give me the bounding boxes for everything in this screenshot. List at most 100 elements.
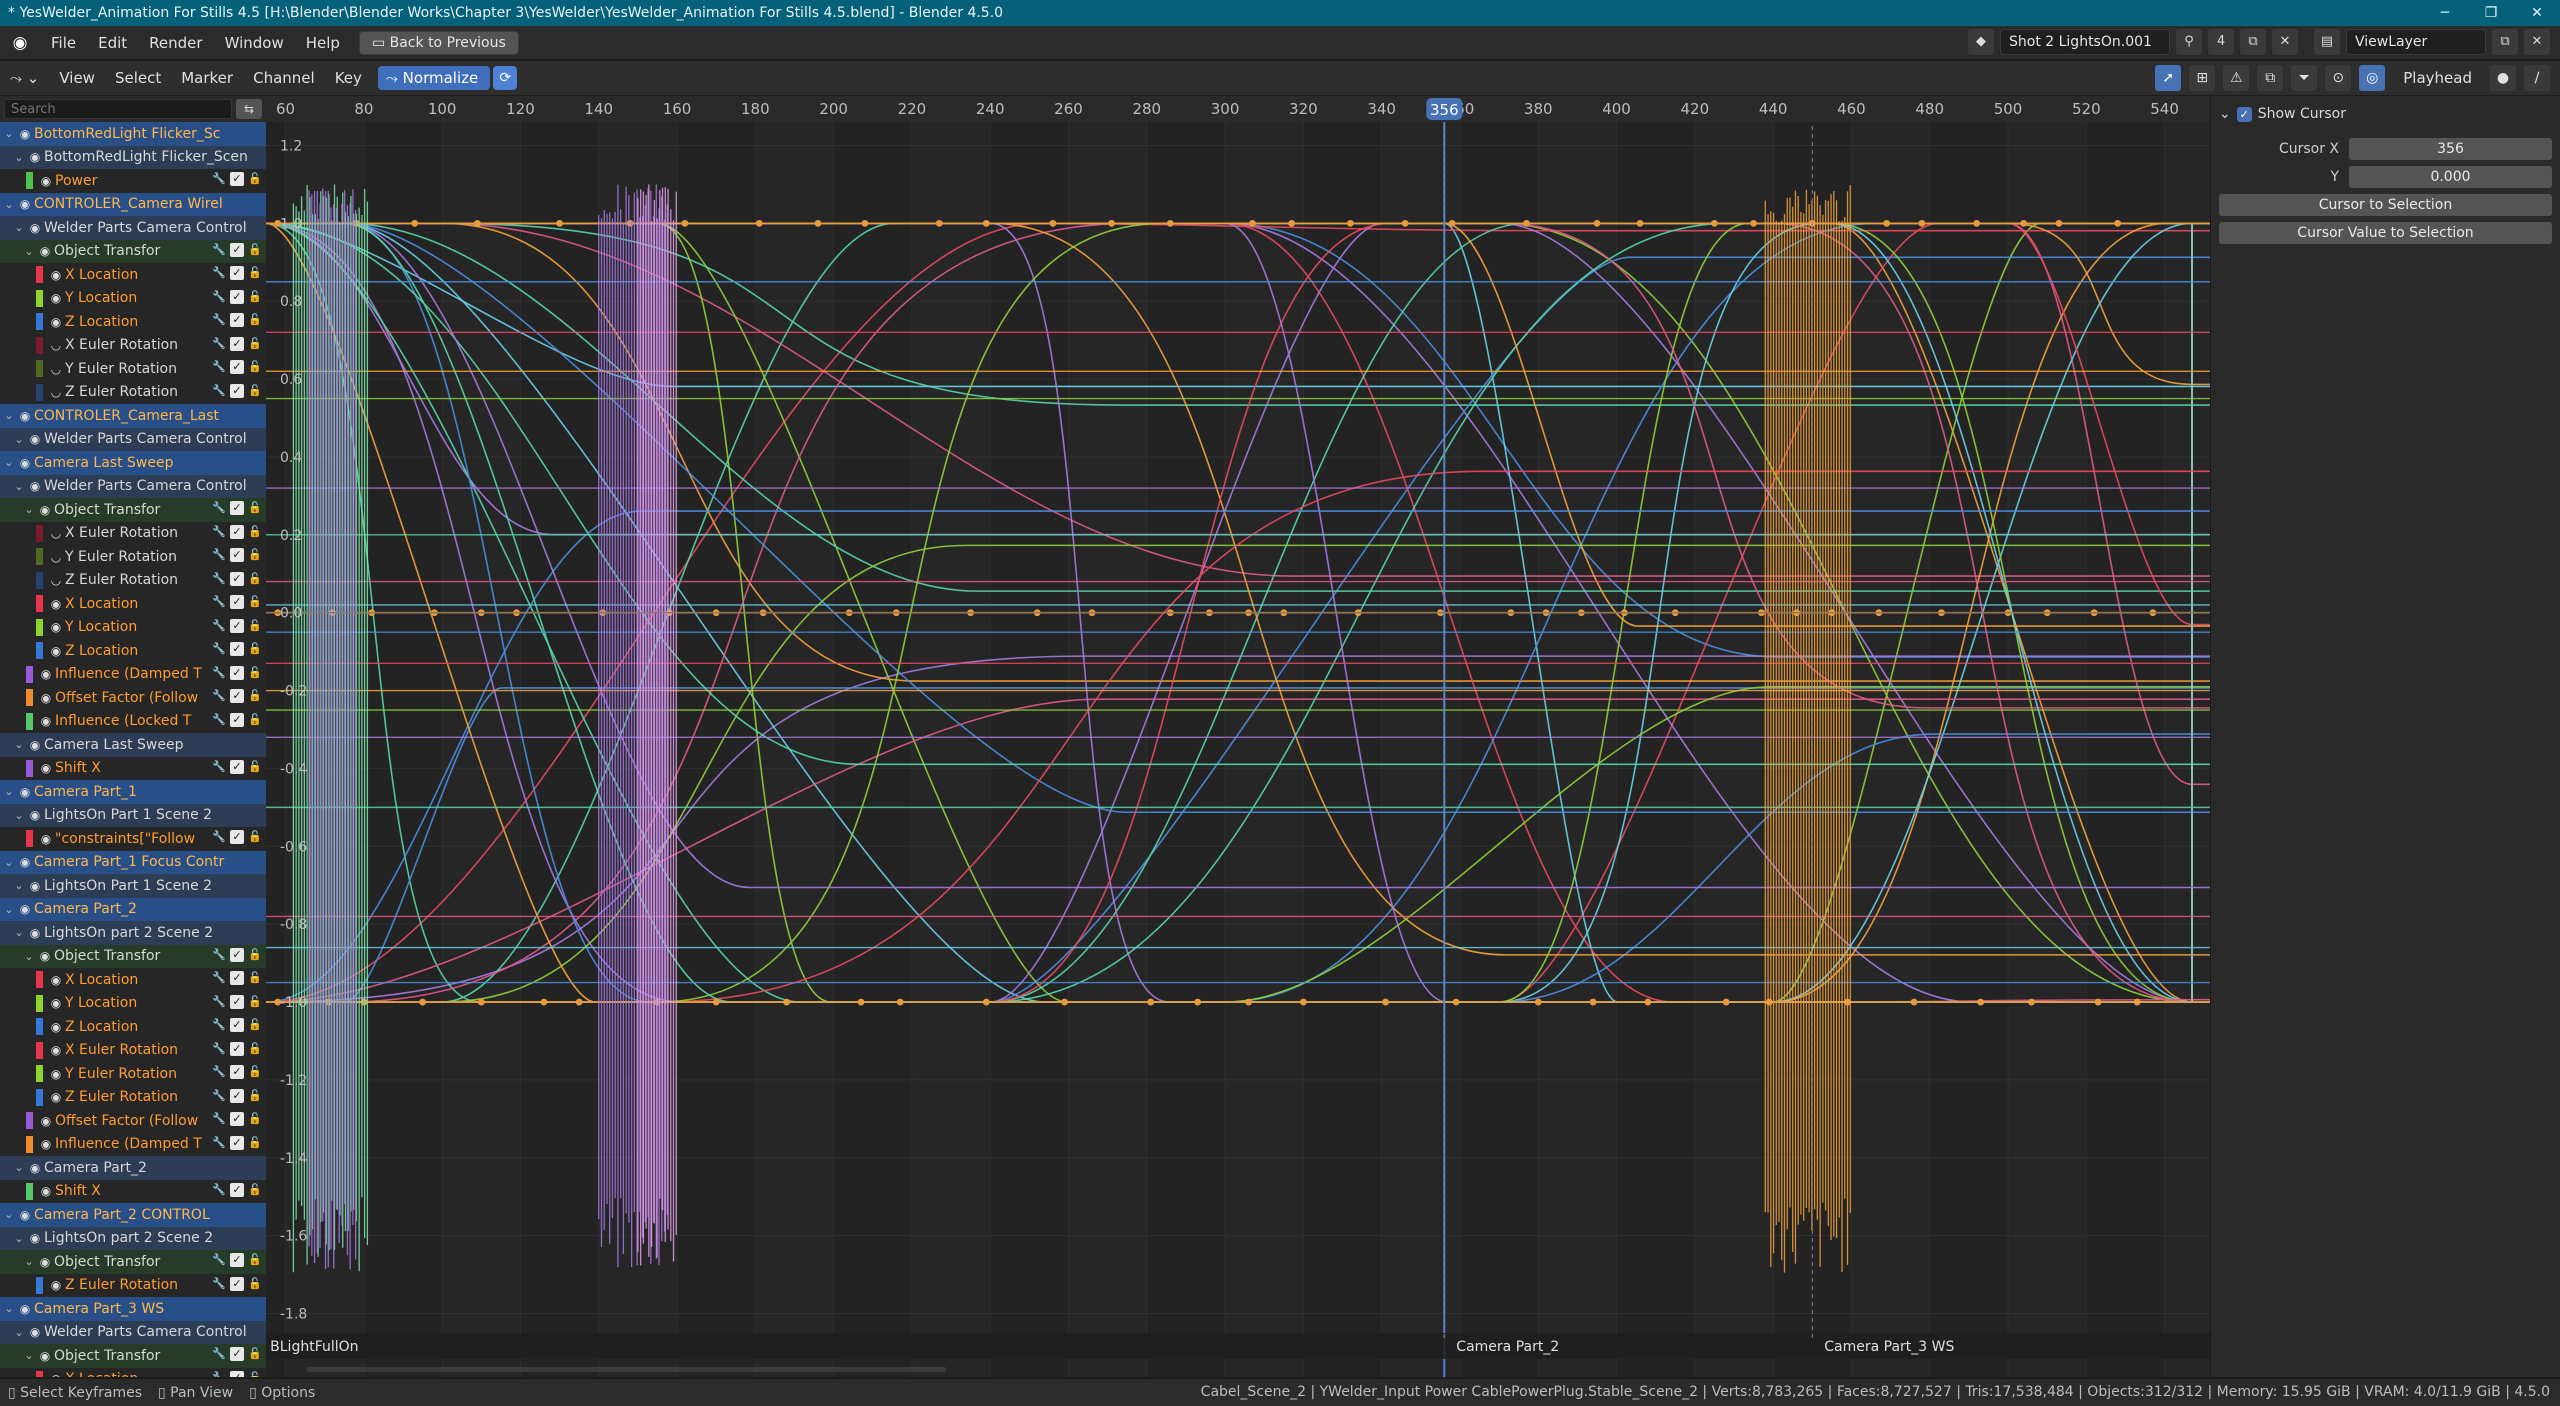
modifier-wrench-icon[interactable]: 🔧 <box>212 1136 226 1150</box>
visibility-eye-icon[interactable]: ◉ <box>37 667 55 681</box>
keyframe-point[interactable] <box>755 219 763 227</box>
lock-icon[interactable]: 🔓 <box>248 313 262 327</box>
delete-layer-icon[interactable]: ✕ <box>2524 29 2550 55</box>
lock-icon[interactable]: 🔓 <box>248 1136 262 1150</box>
lock-icon[interactable]: 🔓 <box>248 689 262 703</box>
keyframe-point[interactable] <box>575 998 583 1006</box>
visibility-eye-icon[interactable]: ◉ <box>37 1137 55 1151</box>
close-window-button[interactable]: ✕ <box>2514 0 2560 26</box>
visibility-eye-icon[interactable]: ◉ <box>37 1114 55 1128</box>
mute-checkbox[interactable]: ✓ <box>230 548 244 562</box>
keyframe-point[interactable] <box>1245 998 1252 1006</box>
visibility-eye-icon[interactable]: ◉ <box>16 902 34 916</box>
channel-row[interactable]: ◉ Z Location 🔧 ✓ 🔓 <box>0 639 266 663</box>
channel-row[interactable]: ◡ Z Euler Rotation 🔧 ✓ 🔓 <box>0 380 266 404</box>
menu-edit[interactable]: Edit <box>87 34 138 52</box>
lock-icon[interactable]: 🔓 <box>248 1253 262 1267</box>
expand-chevron-icon[interactable]: ⌄ <box>2 127 16 140</box>
keyframe-point[interactable] <box>1589 998 1597 1006</box>
keyframe-point[interactable] <box>1644 998 1652 1006</box>
lock-icon[interactable]: 🔓 <box>248 384 262 398</box>
flicker-curve[interactable] <box>637 184 677 1266</box>
keyframe-point[interactable] <box>1288 219 1296 227</box>
lock-icon[interactable]: 🔓 <box>248 971 262 985</box>
expand-chevron-icon[interactable]: ⌄ <box>22 1349 36 1362</box>
curve-icon[interactable]: ∕ <box>2524 65 2550 91</box>
visibility-eye-icon[interactable]: ◉ <box>36 244 54 258</box>
mute-checkbox[interactable]: ✓ <box>230 360 244 374</box>
menu-channel[interactable]: Channel <box>243 69 325 87</box>
mute-checkbox[interactable]: ✓ <box>230 289 244 304</box>
delete-scene-icon[interactable]: ✕ <box>2272 29 2298 55</box>
lock-icon[interactable]: 🔓 <box>248 760 262 774</box>
visibility-eye-icon[interactable]: ◉ <box>26 1325 44 1339</box>
keyframe-point[interactable] <box>2114 219 2122 227</box>
keyframe-point[interactable] <box>1750 219 1757 227</box>
keyframe-point[interactable] <box>1636 219 1644 227</box>
modifier-wrench-icon[interactable]: 🔧 <box>212 172 226 186</box>
modifier-wrench-icon[interactable]: 🔧 <box>212 1371 226 1378</box>
keyframe-point[interactable] <box>1523 219 1530 227</box>
expand-chevron-icon[interactable]: ⌄ <box>12 738 26 751</box>
modifier-wrench-icon[interactable]: 🔧 <box>212 501 226 515</box>
menu-view[interactable]: View <box>49 69 105 87</box>
keyframe-point[interactable] <box>1765 998 1773 1006</box>
modifier-wrench-icon[interactable]: 🔧 <box>212 290 226 304</box>
channel-row[interactable]: ⌄ ◉ BottomRedLight Flicker_Sc <box>0 122 266 146</box>
menu-help[interactable]: Help <box>295 34 351 52</box>
editor-type-icon[interactable]: ⤳ ⌄ <box>0 69 49 87</box>
visibility-eye-icon[interactable]: ◉ <box>47 1090 65 1104</box>
lock-icon[interactable]: 🔓 <box>248 948 262 962</box>
channel-row[interactable]: ⌄ ◉ Welder Parts Camera Control <box>0 1320 266 1344</box>
visibility-eye-icon[interactable]: ◉ <box>37 174 55 188</box>
channel-row[interactable]: ⌄ ◉ Camera Part_2 <box>0 1156 266 1180</box>
keyframe-point[interactable] <box>1711 219 1718 227</box>
expand-chevron-icon[interactable]: ⌄ <box>22 950 36 963</box>
mute-checkbox[interactable]: ✓ <box>230 1276 244 1291</box>
mute-checkbox[interactable]: ✓ <box>230 994 244 1009</box>
ghost-curves-icon[interactable]: ⧉ <box>2257 65 2284 91</box>
keyframe-point[interactable] <box>1452 998 1460 1006</box>
modifier-wrench-icon[interactable]: 🔧 <box>212 1042 226 1056</box>
menu-select[interactable]: Select <box>105 69 171 87</box>
visibility-eye-icon[interactable]: ◉ <box>47 996 65 1010</box>
keyframe-point[interactable] <box>1977 998 1985 1006</box>
channel-row[interactable]: ⌄ ◉ CONTROLER_Camera Wirel <box>0 192 266 216</box>
lock-icon[interactable]: 🔓 <box>248 713 262 727</box>
modifier-wrench-icon[interactable]: 🔧 <box>212 360 226 374</box>
channel-row[interactable]: ◉X Location 🔧 ✓ 🔓 <box>0 1367 266 1378</box>
blender-logo-icon[interactable]: ◉ <box>0 33 40 53</box>
channel-row[interactable]: ◉ Y Location 🔧 ✓ 🔓 <box>0 991 266 1015</box>
channel-row[interactable]: ⌄ ◉ Object Transfor 🔧 ✓ 🔓 <box>0 239 266 263</box>
visibility-eye-icon[interactable]: ◉ <box>26 1231 44 1245</box>
expand-chevron-icon[interactable]: ⌄ <box>12 151 26 164</box>
keyframe-point[interactable] <box>1147 998 1155 1006</box>
lock-icon[interactable]: 🔓 <box>248 666 262 680</box>
keyframe-point[interactable] <box>896 998 904 1006</box>
lock-icon[interactable]: 🔓 <box>248 595 262 609</box>
keyframe-point[interactable] <box>1918 219 1926 227</box>
modifier-wrench-icon[interactable]: 🔧 <box>212 1347 226 1361</box>
keyframe-point[interactable] <box>1061 998 1068 1006</box>
channel-row[interactable]: ⌄ ◉ LightsOn part 2 Scene 2 <box>0 1226 266 1250</box>
visibility-eye-icon[interactable]: ◉ <box>47 1372 65 1377</box>
keyframe-point[interactable] <box>1722 998 1730 1006</box>
visibility-eye-icon[interactable]: ◉ <box>16 197 34 211</box>
modifier-wrench-icon[interactable]: 🔧 <box>212 1018 226 1032</box>
channel-row[interactable]: ◉ Influence (Locked T 🔧 ✓ 🔓 <box>0 709 266 733</box>
view-layer-icon[interactable]: ▤ <box>2314 29 2340 55</box>
channel-row[interactable]: ◉ Shift X 🔧 ✓ 🔓 <box>0 756 266 780</box>
expand-chevron-icon[interactable]: ⌄ <box>12 879 26 892</box>
visibility-eye-icon[interactable]: ◉ <box>37 1184 55 1198</box>
mute-checkbox[interactable]: ✓ <box>230 759 244 774</box>
keyframe-point[interactable] <box>1973 219 1981 227</box>
channel-row[interactable]: ◉ "constraints["Follow 🔧 ✓ 🔓 <box>0 827 266 851</box>
mute-checkbox[interactable]: ✓ <box>230 1112 244 1126</box>
keyframe-point[interactable] <box>1108 219 1115 227</box>
fcurve-canvas[interactable]: 60 80 100 120 140 160 180 200 220 240 260 280 300 320… <box>266 96 2210 1377</box>
keyframe-point[interactable] <box>1382 998 1389 1006</box>
warning-icon[interactable]: ⚠ <box>2223 65 2250 91</box>
scene-icon[interactable]: ◆ <box>1968 29 1994 55</box>
expand-chevron-icon[interactable]: ⌄ <box>22 1255 36 1268</box>
modifier-wrench-icon[interactable]: 🔧 <box>212 619 226 633</box>
